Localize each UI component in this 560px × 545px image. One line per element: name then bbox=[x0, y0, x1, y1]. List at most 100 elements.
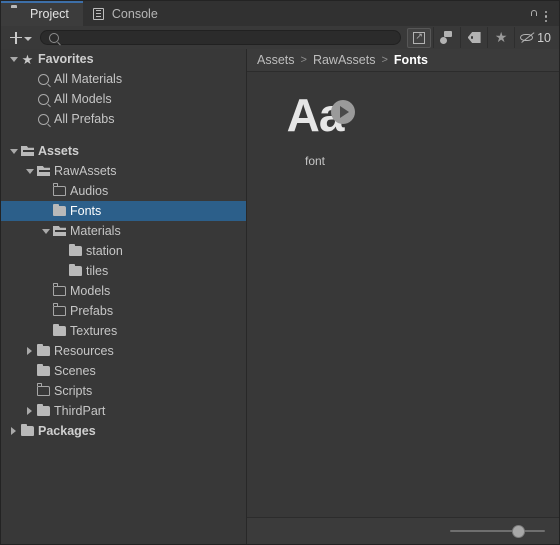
tree-item-favorites[interactable]: ★ Favorites bbox=[1, 49, 246, 69]
star-icon: ★ bbox=[494, 29, 508, 45]
tree-item-prefabs[interactable]: Prefabs bbox=[1, 301, 246, 321]
hidden-assets-count: 10 bbox=[537, 30, 551, 45]
tree-item-label: Favorites bbox=[38, 52, 94, 66]
chevron-down-icon[interactable] bbox=[7, 148, 20, 154]
tree-item-resources[interactable]: Resources bbox=[1, 341, 246, 361]
asset-grid: Aa font bbox=[247, 72, 559, 517]
zoom-slider-thumb[interactable] bbox=[511, 524, 525, 538]
breadcrumb-item-fonts[interactable]: Fonts bbox=[394, 53, 428, 67]
shape-type-icon bbox=[440, 31, 454, 44]
tree-item-label: All Models bbox=[54, 92, 112, 106]
tree-item-label: Assets bbox=[38, 144, 79, 158]
tree-item-audios[interactable]: Audios bbox=[1, 181, 246, 201]
folder-tree: ★ Favorites All Materials All Models All Pre… bbox=[1, 49, 246, 441]
folder-open-icon bbox=[36, 166, 51, 176]
tree-item-label: Scripts bbox=[54, 384, 93, 398]
filter-by-type-button[interactable] bbox=[433, 27, 460, 48]
tree-item-label: Audios bbox=[70, 184, 109, 198]
tree-item-scenes[interactable]: Scenes bbox=[1, 361, 246, 381]
tab-console-label: Console bbox=[111, 6, 158, 21]
tree-item-label: RawAssets bbox=[54, 164, 117, 178]
chevron-right-icon[interactable] bbox=[23, 347, 36, 355]
asset-label: font bbox=[304, 154, 325, 168]
filter-by-favorite-button[interactable]: ★ bbox=[487, 27, 514, 48]
folder-empty-icon bbox=[52, 183, 67, 196]
chevron-down-icon[interactable] bbox=[23, 168, 36, 174]
tree-item-station[interactable]: station bbox=[1, 241, 246, 261]
tree-item-packages[interactable]: Packages bbox=[1, 421, 246, 441]
tree-item-label: Textures bbox=[70, 324, 118, 338]
eye-crossed-icon bbox=[520, 31, 535, 44]
chevron-down-icon[interactable] bbox=[39, 228, 52, 234]
tree-item-label: Resources bbox=[54, 344, 114, 358]
expand-collapse-toggle[interactable] bbox=[407, 27, 432, 48]
search-field[interactable] bbox=[40, 30, 402, 45]
tag-icon bbox=[467, 32, 481, 43]
unlocked-padlock-icon[interactable] bbox=[526, 10, 537, 65]
asset-browser-panel: Assets > RawAssets > Fonts Aa font bbox=[247, 49, 559, 544]
folder-filled-icon bbox=[52, 203, 67, 216]
folder-filled-icon bbox=[20, 423, 35, 436]
chevron-down-icon[interactable] bbox=[7, 56, 20, 62]
asset-item-font[interactable]: Aa font bbox=[269, 80, 361, 168]
folder-icon bbox=[11, 8, 24, 20]
chevron-right-icon[interactable] bbox=[23, 407, 36, 415]
font-asset-thumbnail[interactable]: Aa bbox=[269, 80, 361, 150]
folder-open-icon bbox=[20, 146, 35, 156]
tree-item-label: ThirdPart bbox=[54, 404, 106, 418]
window-tab-strip: Project Console bbox=[1, 1, 559, 65]
project-toolbar: ★ 10 bbox=[1, 26, 559, 50]
project-body: ★ Favorites All Materials All Models All Pre… bbox=[1, 49, 559, 544]
hidden-assets-indicator[interactable]: 10 bbox=[514, 27, 557, 48]
tree-item-scripts[interactable]: Scripts bbox=[1, 381, 246, 401]
tree-item-all-models[interactable]: All Models bbox=[1, 89, 246, 109]
window-buttons bbox=[526, 10, 559, 65]
zoom-slider-track bbox=[450, 530, 545, 532]
folder-empty-icon bbox=[36, 383, 51, 396]
tree-item-label: All Prefabs bbox=[54, 112, 115, 126]
kebab-menu-icon[interactable] bbox=[540, 10, 552, 23]
project-window: Project Console ↗ ★ 10 ★ Favorites All M… bbox=[0, 0, 560, 545]
tree-item-rawassets[interactable]: RawAssets bbox=[1, 161, 246, 181]
tree-item-label: station bbox=[86, 244, 123, 258]
breadcrumb-item-rawassets[interactable]: RawAssets bbox=[313, 53, 376, 67]
folder-filled-icon bbox=[36, 363, 51, 376]
star-icon: ★ bbox=[21, 51, 34, 67]
breadcrumb-item-assets[interactable]: Assets bbox=[257, 53, 295, 67]
search-icon bbox=[36, 113, 51, 125]
expand-arrows-icon bbox=[413, 30, 426, 44]
tree-item-materials[interactable]: Materials bbox=[1, 221, 246, 241]
search-input[interactable] bbox=[59, 30, 393, 45]
tree-item-textures[interactable]: Textures bbox=[1, 321, 246, 341]
tree-item-all-materials[interactable]: All Materials bbox=[1, 69, 246, 89]
tree-item-label: All Materials bbox=[54, 72, 123, 86]
tree-item-assets[interactable]: Assets bbox=[1, 141, 246, 161]
breadcrumb-separator: > bbox=[381, 54, 388, 66]
tree-item-label: Scenes bbox=[54, 364, 96, 378]
tree-item-models[interactable]: Models bbox=[1, 281, 246, 301]
tree-item-label: Packages bbox=[38, 424, 96, 438]
folder-filled-icon bbox=[68, 263, 83, 276]
tree-item-all-prefabs[interactable]: All Prefabs bbox=[1, 109, 246, 129]
tree-item-label: Models bbox=[70, 284, 111, 298]
breadcrumb-separator: > bbox=[300, 54, 307, 66]
search-icon bbox=[36, 73, 51, 85]
folder-open-icon bbox=[52, 226, 67, 236]
filter-by-label-button[interactable] bbox=[460, 27, 487, 48]
chevron-right-icon[interactable] bbox=[7, 427, 20, 435]
tree-item-label: Prefabs bbox=[70, 304, 114, 318]
tree-item-thirdpart[interactable]: ThirdPart bbox=[1, 401, 246, 421]
tab-project[interactable]: Project bbox=[1, 1, 83, 26]
folder-filled-icon bbox=[68, 243, 83, 256]
tab-console[interactable]: Console bbox=[83, 1, 172, 26]
tree-item-label: tiles bbox=[86, 264, 109, 278]
folder-filled-icon bbox=[52, 323, 67, 336]
create-asset-button[interactable] bbox=[3, 28, 38, 47]
tree-item-tiles[interactable]: tiles bbox=[1, 261, 246, 281]
zoom-slider[interactable] bbox=[450, 524, 545, 538]
tree-item-fonts[interactable]: Fonts bbox=[1, 201, 246, 221]
play-icon[interactable] bbox=[331, 100, 355, 124]
folder-filled-icon bbox=[36, 343, 51, 356]
tree-item-label: Fonts bbox=[70, 204, 102, 218]
